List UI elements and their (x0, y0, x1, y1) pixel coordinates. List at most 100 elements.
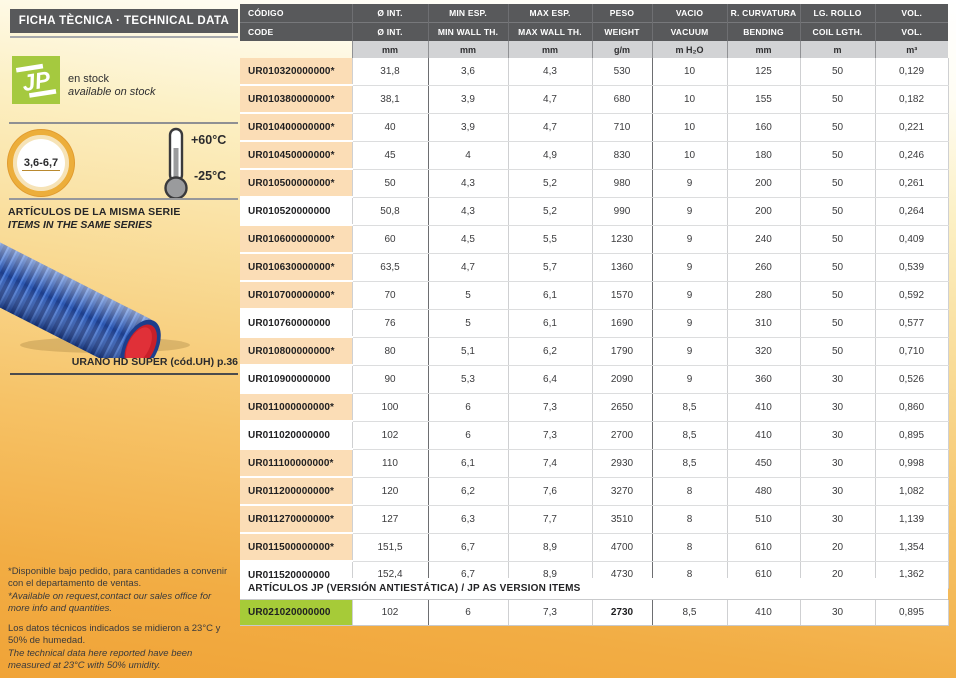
value-cell: 4,5 (428, 225, 508, 253)
value-cell: 0,182 (875, 85, 948, 113)
value-cell: 5,5 (508, 225, 592, 253)
value-cell: 50 (800, 113, 875, 141)
value-cell: 9 (652, 225, 727, 253)
value-cell: 30 (800, 505, 875, 533)
value-cell: 410 (727, 600, 800, 626)
code-cell: UR010700000000* (240, 281, 352, 309)
table-row: UR010700000000*7056,115709280500,592 (240, 281, 948, 309)
value-cell: 1230 (592, 225, 652, 253)
value-cell: 8,9 (508, 533, 592, 561)
value-cell: 0,895 (875, 600, 948, 626)
value-cell: 1690 (592, 309, 652, 337)
value-cell: 7,3 (508, 393, 592, 421)
value-cell: 200 (727, 197, 800, 225)
value-cell: 0,710 (875, 337, 948, 365)
code-cell: UR011020000000 (240, 421, 352, 449)
value-cell: 50 (800, 141, 875, 169)
value-cell: 5 (428, 281, 508, 309)
value-cell: 0,895 (875, 421, 948, 449)
footnote-on-request-es: *Disponible bajo pedido, para cantidades… (8, 566, 234, 589)
value-cell: 410 (727, 421, 800, 449)
value-cell: 8,5 (652, 600, 727, 626)
value-cell: 2090 (592, 365, 652, 393)
value-cell: 710 (592, 113, 652, 141)
page-title: FICHA TÈCNICA · TECHNICAL DATA (10, 9, 238, 33)
value-cell: 0,998 (875, 449, 948, 477)
code-cell: UR010760000000 (240, 309, 352, 337)
value-cell: 50 (800, 58, 875, 85)
value-cell: 30 (800, 477, 875, 505)
value-cell: 280 (727, 281, 800, 309)
code-cell: UR010600000000* (240, 225, 352, 253)
value-cell: 3,9 (428, 113, 508, 141)
value-cell: 6,2 (428, 477, 508, 505)
divider (10, 373, 238, 375)
value-cell: 9 (652, 337, 727, 365)
value-cell: 8,5 (652, 449, 727, 477)
code-cell: UR021020000000 (240, 600, 352, 626)
value-cell: 80 (352, 337, 428, 365)
value-cell: 530 (592, 58, 652, 85)
value-cell: 50 (800, 197, 875, 225)
value-cell: 2650 (592, 393, 652, 421)
value-cell: 31,8 (352, 58, 428, 85)
value-cell: 50 (800, 281, 875, 309)
value-cell: 70 (352, 281, 428, 309)
value-cell: 4,3 (428, 197, 508, 225)
value-cell: 9 (652, 197, 727, 225)
value-cell: 7,3 (508, 421, 592, 449)
code-cell: UR011000000000* (240, 393, 352, 421)
value-cell: 9 (652, 253, 727, 281)
value-cell: 30 (800, 449, 875, 477)
value-cell: 5,3 (428, 365, 508, 393)
value-cell: 0,261 (875, 169, 948, 197)
unit-label: mm (727, 41, 800, 58)
antistatic-table: UR02102000000010267,327308,5410300,895 (240, 600, 949, 626)
code-cell: UR011500000000* (240, 533, 352, 561)
code-cell: UR010400000000* (240, 113, 352, 141)
value-cell: 0,246 (875, 141, 948, 169)
pressure-range-value: 3,6-6,7 (22, 156, 60, 171)
value-cell: 8,5 (652, 393, 727, 421)
stock-label-es: en stock (68, 73, 155, 86)
table-row: UR010320000000*31,83,64,353010125500,129 (240, 58, 948, 85)
value-cell: 0,221 (875, 113, 948, 141)
value-cell: 7,4 (508, 449, 592, 477)
column-header: MAX WALL TH. (508, 23, 592, 42)
value-cell: 50 (800, 225, 875, 253)
temp-min-label: -25°C (194, 169, 226, 183)
same-series-heading-en: ITEMS IN THE SAME SERIES (8, 219, 152, 231)
table-row: UR011500000000*151,56,78,947008610201,35… (240, 533, 948, 561)
column-header: CÓDIGO (240, 4, 352, 23)
value-cell: 60 (352, 225, 428, 253)
temp-max-label: +60°C (191, 133, 226, 147)
same-series-heading-es: ARTÍCULOS DE LA MISMA SERIE (8, 206, 181, 218)
unit-label: mm (428, 41, 508, 58)
code-cell: UR010450000000* (240, 141, 352, 169)
header-row: CÓDIGOØ INT.MIN ESP.MAX ESP.PESOVACIOR. … (240, 4, 948, 23)
value-cell: 5,2 (508, 197, 592, 225)
technical-data-table-wrap: CÓDIGOØ INT.MIN ESP.MAX ESP.PESOVACIOR. … (240, 4, 949, 589)
value-cell: 360 (727, 365, 800, 393)
column-header: MIN ESP. (428, 4, 508, 23)
pressure-range-icon: 3,6-6,7 (8, 130, 74, 196)
value-cell: 5,2 (508, 169, 592, 197)
column-header: PESO (592, 4, 652, 23)
value-cell: 4,7 (508, 85, 592, 113)
value-cell: 0,264 (875, 197, 948, 225)
footnote-on-request-en: *Available on request,contact our sales … (8, 591, 234, 614)
value-cell: 120 (352, 477, 428, 505)
table-row: UR010450000000*4544,983010180500,246 (240, 141, 948, 169)
code-cell: UR010520000000 (240, 197, 352, 225)
left-panel: FICHA TÈCNICA · TECHNICAL DATA JP en sto… (0, 0, 240, 678)
table-row: UR011100000000*1106,17,429308,5450300,99… (240, 449, 948, 477)
value-cell: 4,9 (508, 141, 592, 169)
value-cell: 9 (652, 365, 727, 393)
value-cell: 2930 (592, 449, 652, 477)
value-cell: 0,577 (875, 309, 948, 337)
column-header: COIL LGTH. (800, 23, 875, 42)
value-cell: 1,354 (875, 533, 948, 561)
value-cell: 50 (352, 169, 428, 197)
value-cell: 8 (652, 533, 727, 561)
value-cell: 102 (352, 421, 428, 449)
